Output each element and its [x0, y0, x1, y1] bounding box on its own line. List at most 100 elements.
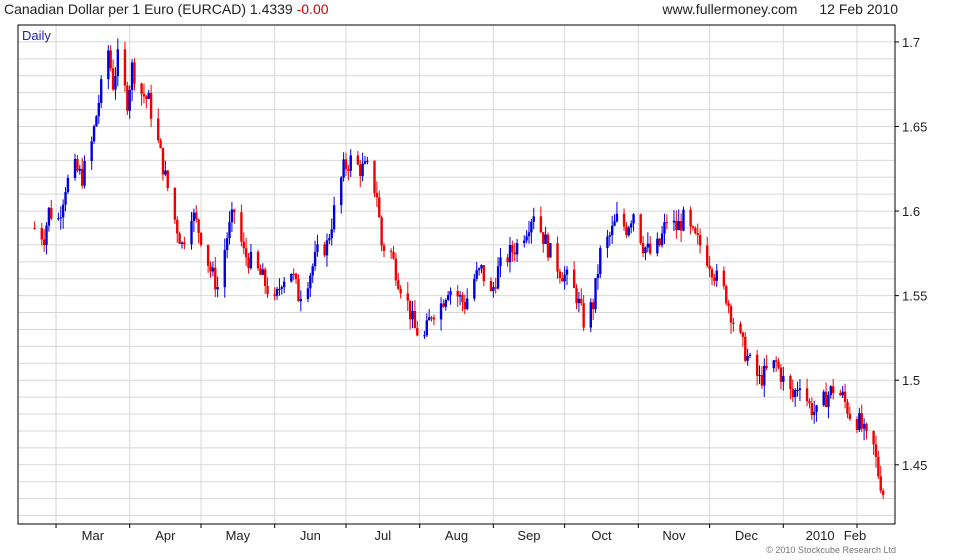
candle-up: [672, 220, 676, 223]
candle-up: [772, 360, 775, 369]
candle-up: [261, 269, 264, 275]
candle-down: [848, 413, 852, 419]
candle-up: [99, 79, 103, 103]
candle-down: [140, 83, 143, 94]
x-tick-label: Aug: [445, 528, 468, 543]
candle-up: [363, 161, 367, 164]
candle-up: [230, 209, 234, 223]
candle-down: [843, 391, 847, 402]
candle-down: [149, 93, 153, 119]
candle-up: [663, 222, 666, 234]
y-tick-label: 1.6: [902, 204, 920, 219]
candle-up: [715, 270, 718, 281]
candle-down: [744, 336, 747, 361]
candle-down: [247, 257, 250, 269]
candle-down: [178, 233, 181, 244]
candle-down: [382, 245, 386, 251]
candle-down: [679, 220, 683, 231]
candle-up: [361, 163, 364, 177]
candle-up: [423, 335, 426, 337]
candle-up: [130, 62, 134, 90]
candle-down: [539, 216, 543, 233]
candle-down: [356, 155, 360, 165]
candle-up: [446, 295, 450, 301]
candle-up: [827, 394, 830, 407]
candle-down: [482, 265, 486, 282]
candle-down: [109, 50, 112, 69]
candle-up: [763, 365, 766, 386]
candle-up: [496, 266, 500, 289]
candle-up: [128, 89, 131, 111]
candle-up: [275, 288, 279, 296]
candle-down: [214, 267, 217, 290]
x-tick-label: Mar: [82, 528, 105, 543]
candle-down: [865, 423, 868, 431]
candle-down: [323, 244, 326, 256]
x-tick-label: Apr: [155, 528, 176, 543]
candle-down: [111, 68, 115, 90]
candlestick-chart: 1.45 1.5 1.55 1.6 1.65 1.7 Mar Apr May Jun Jul Aug…: [17, 24, 927, 543]
candle-down: [877, 456, 880, 477]
candle-down: [879, 476, 882, 491]
interval-label: Daily: [22, 28, 51, 43]
candle-down: [240, 212, 243, 242]
candle-up: [325, 240, 329, 256]
candle-up: [309, 275, 312, 289]
candle-up: [499, 257, 502, 267]
candle-up: [473, 278, 476, 299]
candles: [33, 38, 885, 499]
candle-up: [660, 233, 664, 246]
candle-down: [489, 281, 493, 292]
x-tick-label: Sep: [517, 528, 540, 543]
y-tick-label: 1.55: [902, 289, 927, 304]
candle-up: [746, 356, 749, 361]
candle-down: [575, 288, 578, 304]
candle-down: [591, 302, 595, 310]
candle-down: [242, 241, 245, 249]
candle-up: [599, 248, 602, 275]
candle-down: [392, 251, 395, 259]
candle-up: [515, 243, 519, 255]
candle-up: [748, 354, 752, 357]
candle-up: [313, 251, 317, 267]
candle-down: [808, 401, 811, 404]
candle-down: [161, 147, 165, 175]
candle-up: [306, 288, 310, 299]
candle-down: [344, 159, 348, 170]
candle-down: [760, 374, 764, 386]
candle-down: [675, 220, 678, 231]
candle-down: [123, 49, 127, 86]
candle-up: [342, 159, 345, 178]
candle-up: [525, 236, 528, 241]
candle-up: [596, 274, 600, 279]
candle-down: [461, 294, 464, 302]
candle-down: [625, 226, 628, 236]
candle-up: [629, 223, 633, 228]
candle-down: [176, 219, 179, 234]
candle-down: [696, 233, 699, 236]
candle-down: [689, 209, 692, 227]
candle-down: [378, 197, 381, 218]
candle-up: [114, 76, 117, 90]
candle-down: [706, 245, 709, 266]
candle-up: [577, 298, 581, 304]
candle-down: [722, 270, 726, 287]
candle-up: [796, 390, 799, 392]
candle-down: [397, 280, 400, 289]
candle-down: [33, 227, 36, 229]
candle-down: [347, 169, 350, 171]
candle-down: [725, 286, 728, 304]
candle-up: [57, 218, 60, 220]
candle-up: [829, 386, 833, 395]
candle-up: [92, 126, 96, 142]
candle-down: [413, 310, 417, 329]
candle-down: [199, 232, 203, 245]
x-tick-label: Dec: [735, 528, 759, 543]
candle-down: [791, 389, 795, 398]
candle-up: [646, 243, 650, 248]
candle-up: [549, 243, 552, 258]
candle-down: [133, 62, 136, 84]
candle-up: [563, 274, 566, 282]
candle-down: [874, 444, 878, 457]
candle-down: [779, 367, 783, 382]
